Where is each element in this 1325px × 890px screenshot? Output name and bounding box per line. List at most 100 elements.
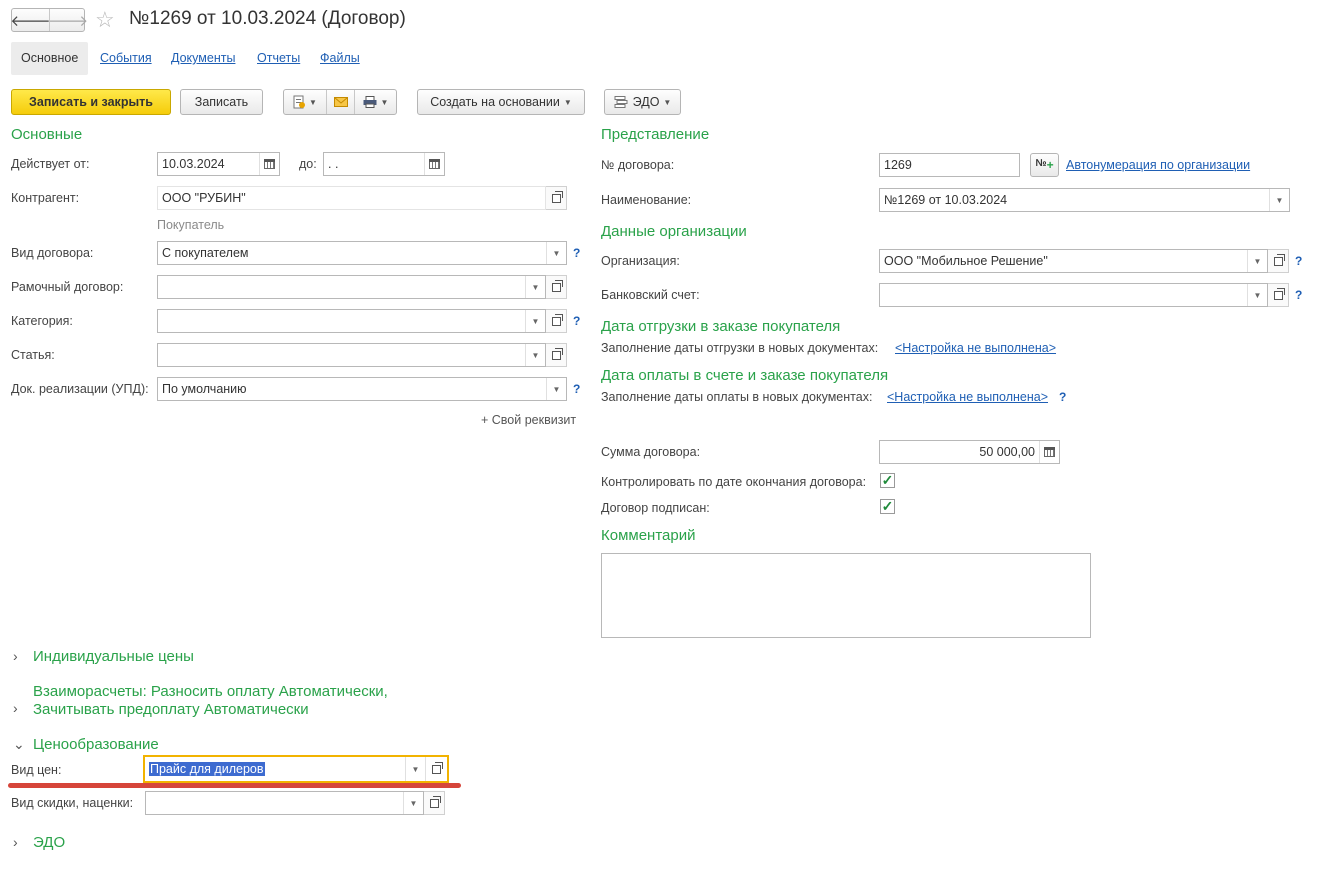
forward-button[interactable]: 🡒 xyxy=(48,9,88,31)
tab-documents[interactable]: Документы xyxy=(161,42,245,75)
chevron-down-icon: ⌄ xyxy=(13,736,25,752)
attach-file-button[interactable]: ▼ xyxy=(284,90,326,114)
open-icon xyxy=(432,761,443,774)
valid-from-field[interactable]: 10.03.2024 xyxy=(157,152,280,176)
help-icon[interactable]: ? xyxy=(1295,254,1302,268)
pay-fill-label: Заполнение даты оплаты в новых документа… xyxy=(601,390,873,404)
email-button[interactable] xyxy=(326,90,354,114)
chevron-down-icon[interactable]: ▼ xyxy=(525,310,545,332)
counterparty-field[interactable]: ООО "РУБИН" xyxy=(157,186,546,210)
chevron-down-icon: ▼ xyxy=(663,97,672,107)
print-button[interactable]: ▼ xyxy=(354,90,396,114)
help-icon[interactable]: ? xyxy=(1295,288,1302,302)
calculator-button[interactable] xyxy=(1039,441,1059,463)
price-type-select[interactable]: Прайс для дилеров ▼ xyxy=(143,755,449,783)
open-icon xyxy=(429,795,441,808)
sales-doc-select[interactable]: По умолчанию ▼ xyxy=(157,377,567,401)
chevron-down-icon[interactable]: ▼ xyxy=(525,276,545,298)
save-button[interactable]: Записать xyxy=(180,89,263,115)
calendar-button[interactable] xyxy=(424,153,444,175)
nav-buttons: 🡐 🡒 xyxy=(10,8,88,32)
back-button[interactable]: 🡐 xyxy=(10,9,50,31)
edo-label: ЭДО xyxy=(632,95,660,109)
comment-textarea[interactable] xyxy=(601,553,1091,638)
article-label: Статья: xyxy=(11,348,55,362)
discount-select[interactable]: ▼ xyxy=(145,791,424,815)
category-select[interactable]: ▼ xyxy=(157,309,546,333)
actions-button-group: ▼ ▼ xyxy=(283,89,397,115)
star-icon[interactable]: ☆ xyxy=(95,7,115,33)
chevron-right-icon: › xyxy=(13,648,18,664)
number-field[interactable]: 1269 xyxy=(879,153,1020,177)
chevron-down-icon[interactable]: ▼ xyxy=(403,792,423,814)
create-based-on-button[interactable]: Создать на основании ▼ xyxy=(417,89,585,115)
chevron-down-icon[interactable]: ▼ xyxy=(1269,189,1289,211)
org-label: Организация: xyxy=(601,254,680,268)
pay-fill-link[interactable]: <Настройка не выполнена> xyxy=(887,390,1048,404)
sum-value: 50 000,00 xyxy=(979,445,1035,459)
group-edo-label: ЭДО xyxy=(33,834,66,851)
section-comment: Комментарий xyxy=(601,527,696,544)
chevron-down-icon: ▼ xyxy=(309,97,317,107)
name-select[interactable]: №1269 от 10.03.2024 ▼ xyxy=(879,188,1290,212)
open-frame-contract-button[interactable] xyxy=(546,275,567,299)
group-individual-prices[interactable]: › Индивидуальные цены xyxy=(13,648,194,665)
number-value: 1269 xyxy=(884,158,912,172)
ship-fill-link[interactable]: <Настройка не выполнена> xyxy=(895,341,1056,355)
open-counterparty-button[interactable] xyxy=(546,186,567,210)
edo-icon xyxy=(614,96,628,108)
help-icon[interactable]: ? xyxy=(573,314,580,328)
autonumber-button[interactable]: №+ xyxy=(1030,153,1059,177)
name-value: №1269 от 10.03.2024 xyxy=(884,193,1008,207)
sum-field[interactable]: 50 000,00 xyxy=(879,440,1060,464)
add-custom-attribute-link[interactable]: + Свой реквизит xyxy=(481,413,576,427)
section-org-data: Данные организации xyxy=(601,223,747,240)
calendar-button[interactable] xyxy=(259,153,279,175)
valid-to-field[interactable]: . . xyxy=(323,152,445,176)
group-settlements-line2[interactable]: Зачитывать предоплату Автоматически xyxy=(33,701,309,718)
document-clip-icon xyxy=(293,95,306,109)
open-category-button[interactable] xyxy=(546,309,567,333)
chevron-down-icon[interactable]: ▼ xyxy=(546,378,566,400)
tab-events[interactable]: События xyxy=(90,42,162,75)
group-pricing[interactable]: ⌄ Ценообразование xyxy=(13,736,159,753)
chevron-down-icon[interactable]: ▼ xyxy=(546,242,566,264)
autonumber-link[interactable]: Автонумерация по организации xyxy=(1066,158,1250,172)
group-settlements-line1[interactable]: Взаиморасчеты: Разносить оплату Автомати… xyxy=(33,683,388,700)
tab-main[interactable]: Основное xyxy=(11,42,89,75)
group-edo[interactable]: › ЭДО xyxy=(13,834,65,851)
open-price-type-button[interactable] xyxy=(425,757,447,781)
calendar-icon xyxy=(429,159,440,169)
valid-to-value: . . xyxy=(328,157,339,171)
envelope-icon xyxy=(333,97,348,107)
tab-files[interactable]: Файлы xyxy=(310,42,370,75)
control-checkbox[interactable]: ✓ xyxy=(880,473,895,488)
open-article-button[interactable] xyxy=(546,343,567,367)
chevron-down-icon[interactable]: ▼ xyxy=(1247,250,1267,272)
org-select[interactable]: ООО "Мобильное Решение" ▼ xyxy=(879,249,1268,273)
edo-button[interactable]: ЭДО ▼ xyxy=(604,89,681,115)
annotation-underline xyxy=(8,783,461,788)
frame-contract-select[interactable]: ▼ xyxy=(157,275,546,299)
chevron-down-icon[interactable]: ▼ xyxy=(525,344,545,366)
open-org-button[interactable] xyxy=(1268,249,1289,273)
calculator-icon xyxy=(1044,447,1055,457)
help-icon[interactable]: ? xyxy=(1059,390,1066,404)
help-icon[interactable]: ? xyxy=(573,382,580,396)
chevron-right-icon: › xyxy=(13,834,18,850)
open-icon xyxy=(551,313,563,326)
chevron-down-icon[interactable]: ▼ xyxy=(405,757,425,781)
contract-type-select[interactable]: С покупателем ▼ xyxy=(157,241,567,265)
chevron-down-icon[interactable]: ▼ xyxy=(1247,284,1267,306)
tab-reports[interactable]: Отчеты xyxy=(247,42,310,75)
chevron-right-icon[interactable]: › xyxy=(13,692,33,716)
open-bank-button[interactable] xyxy=(1268,283,1289,307)
signed-checkbox[interactable]: ✓ xyxy=(880,499,895,514)
save-close-button[interactable]: Записать и закрыть xyxy=(11,89,171,115)
article-select[interactable]: ▼ xyxy=(157,343,546,367)
help-icon[interactable]: ? xyxy=(573,246,580,260)
contract-type-label: Вид договора: xyxy=(11,246,94,260)
open-discount-button[interactable] xyxy=(424,791,445,815)
valid-from-value: 10.03.2024 xyxy=(162,157,225,171)
bank-select[interactable]: ▼ xyxy=(879,283,1268,307)
